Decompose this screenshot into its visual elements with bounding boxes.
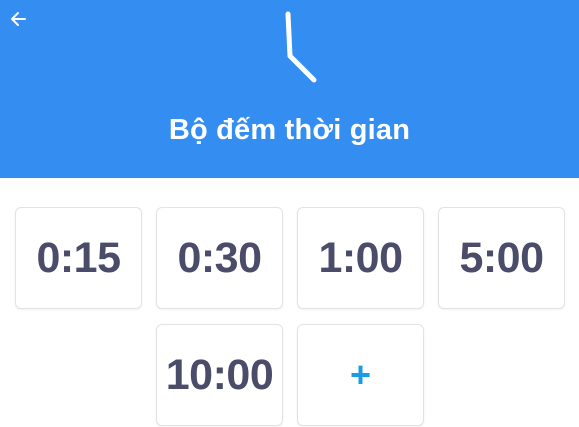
page-title: Bộ đếm thời gian [168, 114, 411, 146]
preset-0-30-button[interactable]: 0:30 [156, 207, 283, 309]
preset-label: 0:30 [177, 233, 262, 282]
preset-0-15-button[interactable]: 0:15 [15, 207, 142, 309]
preset-5-00-button[interactable]: 5:00 [438, 207, 565, 309]
back-button[interactable] [8, 8, 30, 30]
preset-label: 1:00 [318, 233, 403, 282]
preset-10-00-button[interactable]: 10:00 [156, 324, 283, 426]
plus-icon: + [349, 354, 372, 395]
add-timer-button[interactable]: + [297, 324, 424, 426]
preset-1-00-button[interactable]: 1:00 [297, 207, 424, 309]
preset-label: 10:00 [165, 350, 274, 399]
clock-hands-icon [285, 11, 317, 83]
preset-label: 0:15 [36, 233, 121, 282]
header-bar: Bộ đếm thời gian [0, 0, 579, 178]
preset-label: 5:00 [459, 233, 544, 282]
arrow-left-icon [11, 12, 26, 26]
